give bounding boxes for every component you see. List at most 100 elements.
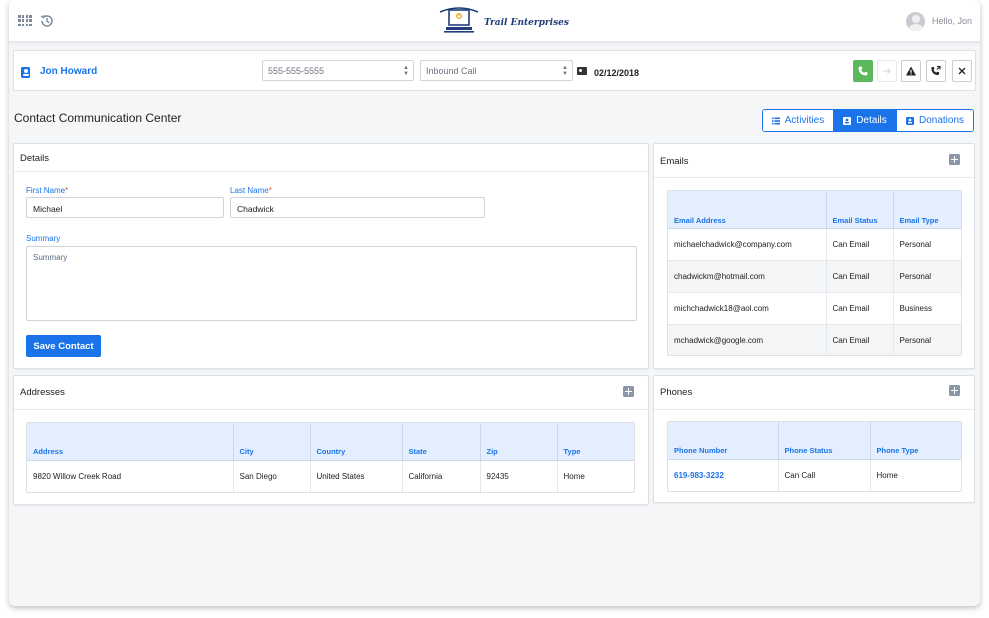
table-cell: mchadwick@google.com [668,324,827,355]
phone-number-select[interactable]: 555-555-5555 ▲ ▼ [262,60,414,81]
phone-icon [858,66,868,76]
table-cell: michaelchadwick@company.com [668,228,827,261]
column-header: Phone Number [668,422,779,460]
tab-details-label: Details [856,115,887,126]
table-header-row: Phone Number Phone Status Phone Type [668,422,961,460]
contact-card-icon [843,116,852,125]
first-name-value: Michael [33,204,63,214]
last-name-value: Chadwick [237,204,274,214]
add-address-icon[interactable] [623,386,634,397]
details-heading: Details [20,153,50,164]
table-cell: 9820 Willow Creek Road [27,460,234,492]
call-bar: Jon Howard 555-555-5555 ▲ ▼ Inbound Call … [13,50,976,91]
call-type-select[interactable]: Inbound Call ▲ ▼ [420,60,573,81]
emails-card-header: Emails [654,144,974,178]
contact-card-icon [905,116,914,125]
first-name-field[interactable]: Michael [26,197,224,218]
column-header: Country [310,423,403,461]
table-cell: California [402,460,481,492]
call-date: 02/12/2018 [594,68,640,78]
column-header: Zip [480,423,558,461]
contact-name-link[interactable]: Jon Howard [40,66,97,77]
table-cell: Business [893,292,961,325]
table-cell: San Diego [233,460,311,492]
arrow-right-icon [883,68,891,74]
view-tabs: Activities Details Donations [762,109,974,132]
top-bar: Trail Enterprises Hello, Jon [9,0,980,42]
first-name-label: First Name* [26,186,69,195]
transfer-call-button[interactable] [926,60,946,82]
summary-label: Summary [26,234,61,243]
column-header: Phone Status [778,422,871,460]
column-header: State [402,423,481,461]
table-header-row: Address City Country State Zip Type [27,423,634,461]
tab-details[interactable]: Details [834,110,897,131]
addresses-card-header: Addresses [14,376,648,410]
close-button[interactable] [952,60,972,82]
table-cell: Personal [893,260,961,293]
addresses-card: Addresses Address City Country State Zip… [13,375,649,505]
summary-textarea[interactable]: Summary [26,246,637,321]
table-cell: chadwickm@hotmail.com [668,260,827,293]
app-window: Trail Enterprises Hello, Jon Jon Howard … [9,0,980,606]
tab-donations-label: Donations [918,115,965,126]
table-row[interactable]: michaelchadwick@company.com Can Email Pe… [668,228,961,261]
phones-table: Phone Number Phone Status Phone Type 619… [667,421,962,492]
table-cell: Can Email [826,324,894,355]
add-phone-icon[interactable] [949,385,960,396]
list-icon [771,117,780,124]
apps-grid-icon[interactable] [18,15,32,27]
emails-heading: Emails [660,156,689,167]
tab-donations[interactable]: Donations [897,110,973,131]
table-header-row: Email Address Email Status Email Type [668,191,961,229]
column-header: Type [557,423,634,461]
select-arrows-icon: ▲ ▼ [562,65,568,77]
last-name-label: Last Name* [230,186,272,195]
table-row[interactable]: chadwickm@hotmail.com Can Email Personal [668,260,961,293]
table-row[interactable]: michchadwick18@aol.com Can Email Busines… [668,292,961,325]
phone-transfer-icon [931,65,941,75]
add-email-icon[interactable] [949,154,960,165]
phones-heading: Phones [660,387,693,398]
tab-activities[interactable]: Activities [763,110,834,131]
close-icon [958,67,966,75]
history-icon[interactable] [39,13,55,29]
phone-number-value: 555-555-5555 [268,66,325,76]
last-name-field[interactable]: Chadwick [230,197,485,218]
phone-number-link[interactable]: 619-983-3232 [668,459,779,491]
column-header: Address [27,423,234,461]
forward-button[interactable] [877,60,897,82]
table-row[interactable]: mchadwick@google.com Can Email Personal [668,324,961,355]
details-card-header: Details [14,144,648,172]
call-type-value: Inbound Call [426,66,477,76]
id-card-icon [577,67,587,75]
table-cell: Can Email [826,260,894,293]
save-contact-button[interactable]: Save Contact [26,335,101,357]
warning-button[interactable] [901,60,921,82]
summary-placeholder: Summary [33,253,68,262]
contact-card-icon [21,67,30,78]
greeting-text[interactable]: Hello, Jon [932,16,972,26]
table-row[interactable]: 619-983-3232 Can Call Home [668,459,961,491]
user-avatar[interactable] [906,12,925,31]
phones-card: Phones Phone Number Phone Status Phone T… [653,375,975,503]
logo-text: Trail Enterprises [484,18,569,28]
table-cell: Home [557,460,634,492]
details-card: Details First Name* Michael Last Name* C… [13,143,649,369]
emails-card: Emails Email Address Email Status Email … [653,143,975,369]
table-cell: 92435 [480,460,558,492]
addresses-table: Address City Country State Zip Type 9820… [26,422,635,493]
table-cell: Personal [893,228,961,261]
column-header: Email Type [893,191,961,229]
column-header: Phone Type [870,422,961,460]
save-contact-label: Save Contact [33,340,94,352]
table-cell: Home [870,459,961,491]
table-cell: michchadwick18@aol.com [668,292,827,325]
call-button[interactable] [853,60,873,82]
column-header: Email Address [668,191,827,229]
phones-card-header: Phones [654,376,974,410]
emails-table: Email Address Email Status Email Type mi… [667,190,962,356]
table-row[interactable]: 9820 Willow Creek Road San Diego United … [27,460,634,492]
table-cell: Can Call [778,459,871,491]
logo-monitor-icon [439,7,479,33]
